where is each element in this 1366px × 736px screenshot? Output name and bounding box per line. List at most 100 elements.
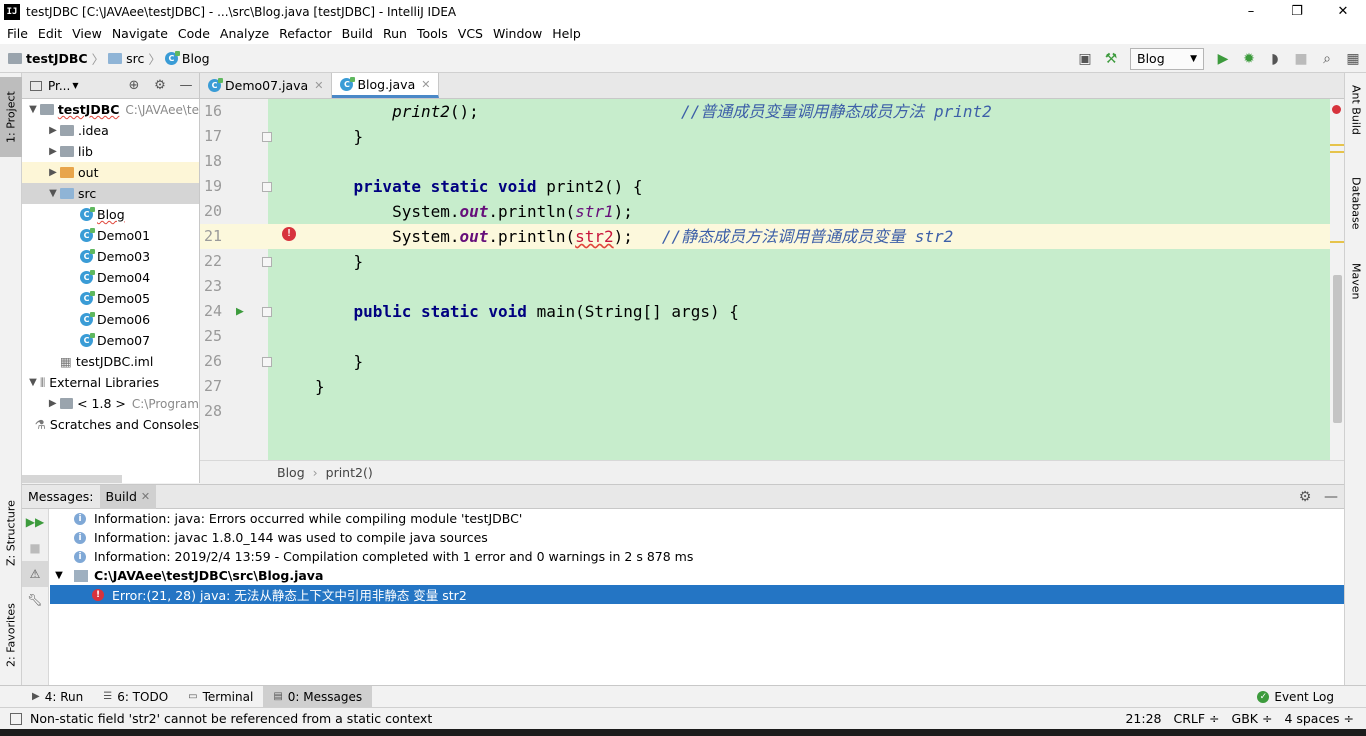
menu-analyze[interactable]: Analyze [215, 26, 274, 41]
chevron-right-icon[interactable]: ▶ [46, 125, 60, 136]
indent-setting[interactable]: 4 spaces ÷ [1284, 711, 1354, 726]
message-row[interactable]: i Information: 2019/2/4 13:59 - Compilati… [50, 547, 1344, 566]
menu-view[interactable]: View [67, 26, 107, 41]
tree-item[interactable]: ▶ < 1.8 > C:\Program [22, 393, 199, 414]
tree-item[interactable]: C Demo07 [22, 330, 199, 351]
error-marker[interactable] [1330, 241, 1344, 243]
project-view-select[interactable]: Pr... [48, 79, 70, 93]
error-stripe-icon[interactable] [1332, 105, 1341, 114]
close-icon[interactable]: ✕ [421, 78, 430, 91]
tree-item[interactable]: C Demo01 [22, 225, 199, 246]
stop-icon[interactable]: ■ [22, 535, 48, 561]
warning-filter-icon[interactable]: ⚠ [22, 561, 48, 587]
hide-icon[interactable]: — [173, 78, 199, 93]
fold-marker-icon[interactable] [262, 257, 272, 267]
menu-code[interactable]: Code [173, 26, 215, 41]
hide-icon[interactable]: — [1318, 489, 1344, 505]
menu-window[interactable]: Window [488, 26, 547, 41]
tab-demo07-java[interactable]: C Demo07.java ✕ [200, 73, 333, 98]
tree-item[interactable]: C Demo06 [22, 309, 199, 330]
build-hammer-icon[interactable]: ⚒ [1098, 51, 1124, 67]
scrollbar-thumb[interactable] [1333, 275, 1342, 423]
tree-item[interactable]: C Demo03 [22, 246, 199, 267]
warning-marker[interactable] [1330, 144, 1344, 146]
message-row[interactable]: ! Error:(21, 28) java: 无法从静态上下文中引用非静态 变量 … [50, 585, 1344, 604]
run-config-select[interactable]: Blog ▼ [1130, 47, 1204, 70]
close-icon[interactable]: ✕ [141, 490, 150, 503]
tree-item[interactable]: ▼ src [22, 183, 199, 204]
horizontal-scrollbar[interactable] [22, 475, 122, 483]
fold-marker-icon[interactable] [262, 357, 272, 367]
tree-item[interactable]: ⚗ Scratches and Consoles [22, 414, 199, 435]
menu-edit[interactable]: Edit [33, 26, 67, 41]
tool-windows-icon[interactable] [10, 712, 22, 725]
menu-help[interactable]: Help [547, 26, 586, 41]
line-separator[interactable]: CRLF ÷ [1174, 711, 1220, 726]
nav-project[interactable]: testJDBC [26, 51, 88, 66]
tab-build[interactable]: Build ✕ [99, 484, 157, 509]
code-editor[interactable]: 16 print2(); //普通成员变量调用静态成员方法 print2 17 }… [200, 99, 1344, 460]
close-button[interactable]: ✕ [1320, 0, 1366, 23]
fold-marker-icon[interactable] [262, 182, 272, 192]
run-icon[interactable]: ▶ [1210, 51, 1236, 67]
tab-project-tool[interactable]: 1: Project [0, 77, 22, 157]
tree-item[interactable]: C Demo05 [22, 288, 199, 309]
event-log-button[interactable]: ✓ Event Log [1257, 690, 1334, 704]
tree-item[interactable]: C Demo04 [22, 267, 199, 288]
rerun-icon[interactable]: ▶▶ [22, 509, 48, 535]
gear-icon[interactable]: ⚙ [1292, 489, 1318, 505]
tree-item[interactable]: C Blog [22, 204, 199, 225]
bottom-tab[interactable]: ▭ Terminal [178, 686, 263, 708]
error-bulb-icon[interactable]: ! [282, 227, 296, 241]
run-gutter-icon[interactable]: ▶ [236, 299, 244, 324]
tab-database[interactable]: Database [1345, 173, 1366, 243]
maximize-button[interactable]: ❐ [1274, 0, 1320, 23]
chevron-down-icon[interactable]: ▼ [52, 570, 66, 581]
message-row[interactable]: ▼ C:\JAVAee\testJDBC\src\Blog.java [50, 566, 1344, 585]
tree-item[interactable]: ▼ ⫴ External Libraries [22, 372, 199, 393]
menu-file[interactable]: File [2, 26, 33, 41]
locate-icon[interactable]: ⊕ [121, 78, 147, 93]
crumb-method[interactable]: print2() [326, 465, 373, 480]
tab-blog-java[interactable]: C Blog.java ✕ [332, 73, 440, 98]
caret-position[interactable]: 21:28 [1125, 711, 1161, 726]
menu-refactor[interactable]: Refactor [274, 26, 336, 41]
menu-build[interactable]: Build [337, 26, 378, 41]
message-row[interactable]: i Information: java: Errors occurred whil… [50, 509, 1344, 528]
tab-favorites-tool[interactable]: 2: Favorites [0, 593, 22, 677]
fold-marker-icon[interactable] [262, 307, 272, 317]
editor-scrollbar[interactable] [1330, 99, 1344, 460]
gear-icon[interactable]: ⚙ [147, 78, 173, 93]
tree-item[interactable]: ▦ testJDBC.iml [22, 351, 199, 372]
project-structure-icon[interactable]: ▣ [1072, 51, 1098, 67]
coverage-icon[interactable]: ◗ [1262, 51, 1288, 67]
chevron-right-icon[interactable]: ▶ [46, 167, 60, 178]
tab-structure-tool[interactable]: Z: Structure [0, 493, 22, 573]
tree-item[interactable]: ▼ testJDBC C:\JAVAee\te [22, 99, 199, 120]
menu-vcs[interactable]: VCS [453, 26, 488, 41]
tab-ant-build[interactable]: Ant Build [1345, 81, 1366, 161]
chevron-down-icon[interactable]: ▼ [26, 104, 40, 115]
chevron-down-icon[interactable]: ▼ [46, 188, 60, 199]
chevron-right-icon[interactable]: ▶ [46, 398, 60, 409]
search-icon[interactable]: ⌕ [1314, 51, 1340, 67]
file-encoding[interactable]: GBK ÷ [1232, 711, 1273, 726]
nav-folder[interactable]: src [126, 51, 144, 66]
bottom-tab[interactable]: ☰ 6: TODO [93, 686, 178, 708]
chevron-down-icon[interactable]: ▼ [26, 377, 40, 388]
wrench-icon[interactable]: 🔧︎ [22, 587, 48, 613]
stop-icon[interactable]: ■ [1288, 51, 1314, 67]
chevron-right-icon[interactable]: ▶ [46, 146, 60, 157]
minimize-button[interactable]: – [1228, 0, 1274, 23]
message-row[interactable]: i Information: javac 1.8.0_144 was used t… [50, 528, 1344, 547]
menu-navigate[interactable]: Navigate [107, 26, 173, 41]
tree-item[interactable]: ▶ lib [22, 141, 199, 162]
tree-item[interactable]: ▶ out [22, 162, 199, 183]
warning-marker[interactable] [1330, 151, 1344, 153]
menu-run[interactable]: Run [378, 26, 412, 41]
tree-item[interactable]: ▶ .idea [22, 120, 199, 141]
fold-marker-icon[interactable] [262, 132, 272, 142]
menu-tools[interactable]: Tools [412, 26, 453, 41]
debug-bug-icon[interactable]: ✹ [1236, 51, 1262, 67]
crumb-class[interactable]: Blog [277, 465, 305, 480]
